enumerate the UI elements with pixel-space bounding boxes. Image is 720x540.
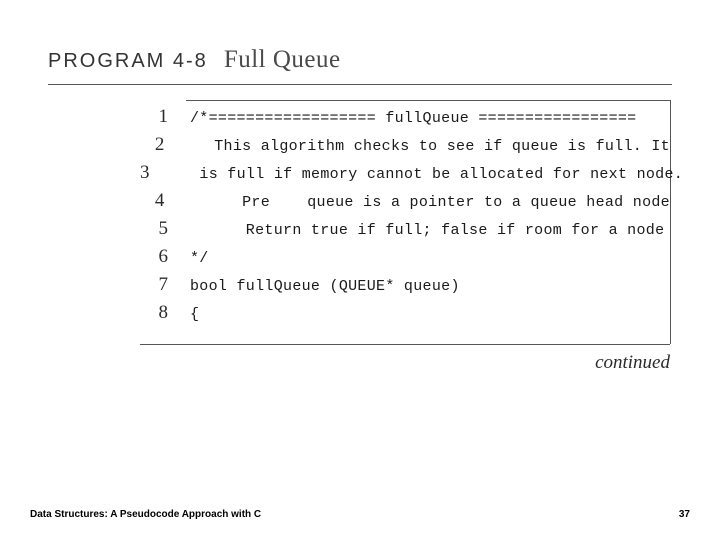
code-text: is full if memory cannot be allocated fo… xyxy=(172,166,684,183)
code-text: { xyxy=(190,306,199,323)
code-text: Return true if full; false if room for a… xyxy=(190,222,664,239)
code-text: /*================== fullQueue =========… xyxy=(190,110,636,127)
line-number: 4 xyxy=(140,190,164,212)
line-number: 2 xyxy=(140,134,164,156)
line-number: 1 xyxy=(140,106,168,128)
code-box-bottom xyxy=(140,344,670,345)
code-listing: 1 /*================== fullQueue =======… xyxy=(140,106,670,330)
line-number: 5 xyxy=(140,218,168,240)
code-line: 6 */ xyxy=(140,246,670,274)
program-title: Full Queue xyxy=(224,46,341,74)
line-number: 7 xyxy=(140,274,168,296)
code-line: 1 /*================== fullQueue =======… xyxy=(140,106,670,134)
code-line: 4 Pre queue is a pointer to a queue head… xyxy=(140,190,670,218)
code-line: 3 is full if memory cannot be allocated … xyxy=(140,162,670,190)
code-line: 2 This algorithm checks to see if queue … xyxy=(140,134,670,162)
code-box-top xyxy=(186,100,670,101)
code-line: 7 bool fullQueue (QUEUE* queue) xyxy=(140,274,670,302)
program-header: PROGRAM 4-8 Full Queue xyxy=(48,46,341,74)
code-text: bool fullQueue (QUEUE* queue) xyxy=(190,278,460,295)
line-number: 6 xyxy=(140,246,168,268)
continued-label: continued xyxy=(595,352,670,374)
code-text: Pre queue is a pointer to a queue head n… xyxy=(186,194,670,211)
footer-page-number: 37 xyxy=(679,509,690,520)
code-box-right xyxy=(670,100,671,344)
code-text: This algorithm checks to see if queue is… xyxy=(186,138,670,155)
program-label: PROGRAM 4-8 xyxy=(48,50,208,73)
line-number: 3 xyxy=(140,162,150,184)
header-rule xyxy=(48,84,672,85)
code-line: 8 { xyxy=(140,302,670,330)
footer-book-title: Data Structures: A Pseudocode Approach w… xyxy=(30,509,261,520)
slide-page: PROGRAM 4-8 Full Queue 1 /*=============… xyxy=(0,0,720,540)
code-line: 5 Return true if full; false if room for… xyxy=(140,218,670,246)
code-text: */ xyxy=(190,250,209,267)
line-number: 8 xyxy=(140,302,168,324)
